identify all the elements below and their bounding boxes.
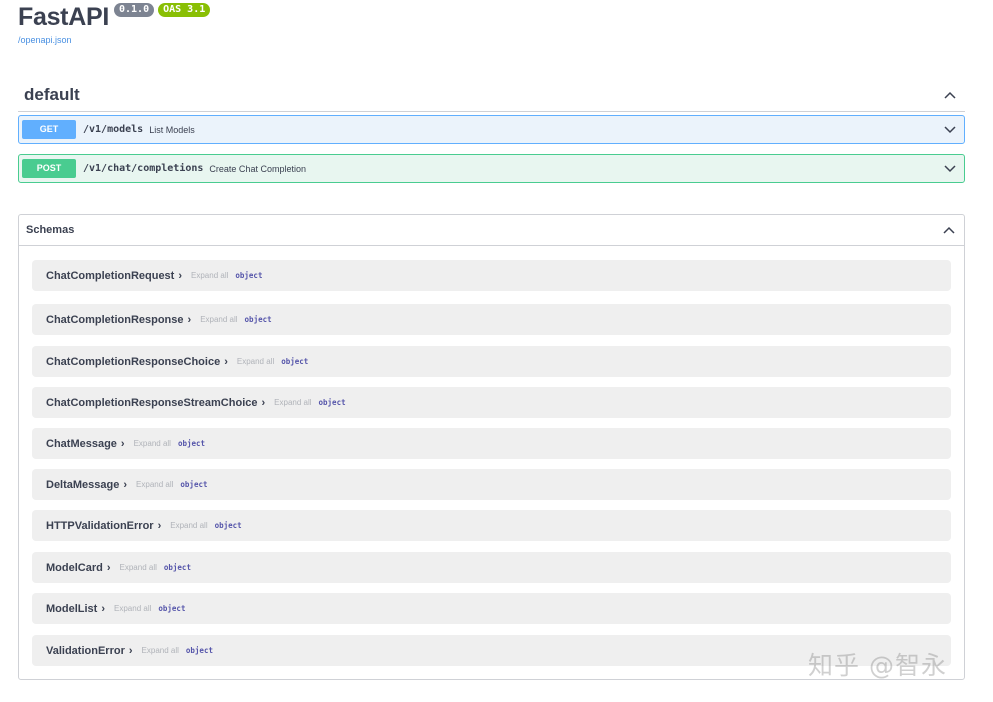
schema-model[interactable]: ChatCompletionResponseChoice › Expand al… bbox=[32, 346, 951, 377]
expand-all-button[interactable]: Expand all bbox=[237, 357, 274, 366]
schema-model[interactable]: ChatCompletionResponse › Expand all obje… bbox=[32, 304, 951, 335]
expand-all-button[interactable]: Expand all bbox=[274, 398, 311, 407]
expand-all-button[interactable]: Expand all bbox=[134, 439, 171, 448]
model-type: object bbox=[180, 480, 207, 489]
model-name: ModelCard bbox=[46, 562, 103, 574]
chevron-up-icon[interactable] bbox=[943, 88, 957, 102]
version-badge: 0.1.0 bbox=[114, 3, 154, 17]
title-row: FastAPI 0.1.0 OAS 3.1 bbox=[18, 2, 210, 32]
chevron-right-icon[interactable]: › bbox=[101, 603, 105, 615]
chevron-right-icon[interactable]: › bbox=[224, 356, 228, 368]
model-type: object bbox=[178, 439, 205, 448]
expand-all-button[interactable]: Expand all bbox=[120, 563, 157, 572]
chevron-right-icon[interactable]: › bbox=[129, 645, 133, 657]
expand-all-button[interactable]: Expand all bbox=[191, 271, 228, 280]
schemas-header[interactable]: Schemas bbox=[19, 215, 964, 246]
chevron-up-icon[interactable] bbox=[942, 223, 956, 237]
schema-model[interactable]: ChatCompletionRequest › Expand all objec… bbox=[32, 260, 951, 291]
openapi-json-link[interactable]: /openapi.json bbox=[18, 35, 210, 45]
operation-path: /v1/models bbox=[83, 124, 143, 135]
model-type: object bbox=[319, 398, 346, 407]
watermark: 知乎 @智永 bbox=[808, 646, 947, 682]
tag-section-default: default GET /v1/models List Models POST … bbox=[18, 78, 965, 183]
model-name: ChatCompletionResponse bbox=[46, 314, 184, 326]
chevron-down-icon[interactable] bbox=[943, 123, 957, 137]
schema-model[interactable]: ChatCompletionResponseStreamChoice › Exp… bbox=[32, 387, 951, 418]
chevron-right-icon[interactable]: › bbox=[158, 520, 162, 532]
model-name: ChatMessage bbox=[46, 438, 117, 450]
model-type: object bbox=[164, 563, 191, 572]
chevron-down-icon[interactable] bbox=[943, 162, 957, 176]
operation-post-chat-completions[interactable]: POST /v1/chat/completions Create Chat Co… bbox=[18, 154, 965, 183]
chevron-right-icon[interactable]: › bbox=[121, 438, 125, 450]
model-type: object bbox=[245, 315, 272, 324]
chevron-right-icon[interactable]: › bbox=[261, 397, 265, 409]
operation-get-models[interactable]: GET /v1/models List Models bbox=[18, 115, 965, 144]
api-info: FastAPI 0.1.0 OAS 3.1 /openapi.json bbox=[18, 2, 210, 45]
model-type: object bbox=[158, 604, 185, 613]
schemas-section: Schemas ChatCompletionRequest › Expand a… bbox=[18, 214, 965, 680]
model-name: ChatCompletionResponseChoice bbox=[46, 356, 220, 368]
operation-summary: Create Chat Completion bbox=[209, 164, 306, 174]
chevron-right-icon[interactable]: › bbox=[178, 270, 182, 282]
model-name: ValidationError bbox=[46, 645, 125, 657]
model-name: HTTPValidationError bbox=[46, 520, 154, 532]
model-name: DeltaMessage bbox=[46, 479, 119, 491]
expand-all-button[interactable]: Expand all bbox=[142, 646, 179, 655]
operation-summary: List Models bbox=[149, 125, 195, 135]
schema-model[interactable]: ModelList › Expand all object bbox=[32, 593, 951, 624]
schema-model[interactable]: DeltaMessage › Expand all object bbox=[32, 469, 951, 500]
expand-all-button[interactable]: Expand all bbox=[170, 521, 207, 530]
model-type: object bbox=[235, 271, 262, 280]
model-name: ModelList bbox=[46, 603, 97, 615]
schemas-title: Schemas bbox=[26, 224, 74, 236]
operation-path: /v1/chat/completions bbox=[83, 163, 203, 174]
expand-all-button[interactable]: Expand all bbox=[200, 315, 237, 324]
schema-model[interactable]: ChatMessage › Expand all object bbox=[32, 428, 951, 459]
model-type: object bbox=[281, 357, 308, 366]
oas-badge: OAS 3.1 bbox=[158, 3, 210, 17]
model-name: ChatCompletionRequest bbox=[46, 270, 174, 282]
model-name: ChatCompletionResponseStreamChoice bbox=[46, 397, 257, 409]
chevron-right-icon[interactable]: › bbox=[188, 314, 192, 326]
schema-model[interactable]: ModelCard › Expand all object bbox=[32, 552, 951, 583]
model-type: object bbox=[215, 521, 242, 530]
chevron-right-icon[interactable]: › bbox=[107, 562, 111, 574]
expand-all-button[interactable]: Expand all bbox=[114, 604, 151, 613]
tag-name: default bbox=[24, 85, 80, 105]
model-type: object bbox=[186, 646, 213, 655]
method-badge: GET bbox=[22, 120, 76, 139]
expand-all-button[interactable]: Expand all bbox=[136, 480, 173, 489]
schema-model[interactable]: HTTPValidationError › Expand all object bbox=[32, 510, 951, 541]
tag-header[interactable]: default bbox=[18, 78, 965, 112]
api-title: FastAPI bbox=[18, 2, 109, 32]
chevron-right-icon[interactable]: › bbox=[123, 479, 127, 491]
method-badge: POST bbox=[22, 159, 76, 178]
